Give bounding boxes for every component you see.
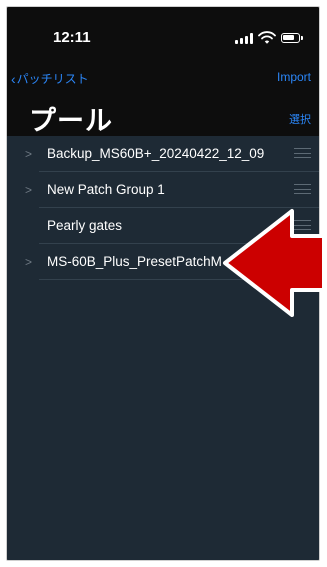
wifi-icon <box>258 31 276 44</box>
chevron-right-icon: > <box>25 183 33 197</box>
import-button[interactable]: Import <box>277 70 311 84</box>
signal-icon <box>235 33 253 44</box>
chevron-right-icon: > <box>25 147 33 161</box>
back-button-label: パッチリスト <box>16 72 89 86</box>
list-item[interactable]: > New Patch Group 1 <box>7 172 319 208</box>
back-button[interactable]: ‹ パッチリスト <box>11 70 89 87</box>
reorder-handle-icon[interactable] <box>294 148 311 159</box>
list-item-label: Pearly gates <box>47 218 123 233</box>
patch-list: > Backup_MS60B+_20240422_12_09 > New Pat… <box>7 136 319 560</box>
select-button[interactable]: 選択 <box>289 111 311 127</box>
annotation-arrow-icon <box>223 209 326 317</box>
status-bar: 12:11 <box>7 7 319 59</box>
battery-icon <box>281 33 303 43</box>
page-title: プール <box>29 106 113 136</box>
list-item-label: New Patch Group 1 <box>47 182 165 197</box>
list-item-label: MS-60B_Plus_PresetPatchM <box>47 254 222 269</box>
list-item-label: Backup_MS60B+_20240422_12_09 <box>47 146 265 161</box>
status-icons <box>235 31 305 45</box>
list-item[interactable]: > Backup_MS60B+_20240422_12_09 <box>7 136 319 172</box>
status-time: 12:11 <box>53 29 91 46</box>
chevron-left-icon: ‹ <box>11 70 16 87</box>
reorder-handle-icon[interactable] <box>294 184 311 195</box>
annotation-arrow-shape <box>223 209 326 317</box>
chevron-right-icon: > <box>25 255 33 269</box>
navigation-bar: ‹ パッチリスト Import <box>7 65 319 93</box>
